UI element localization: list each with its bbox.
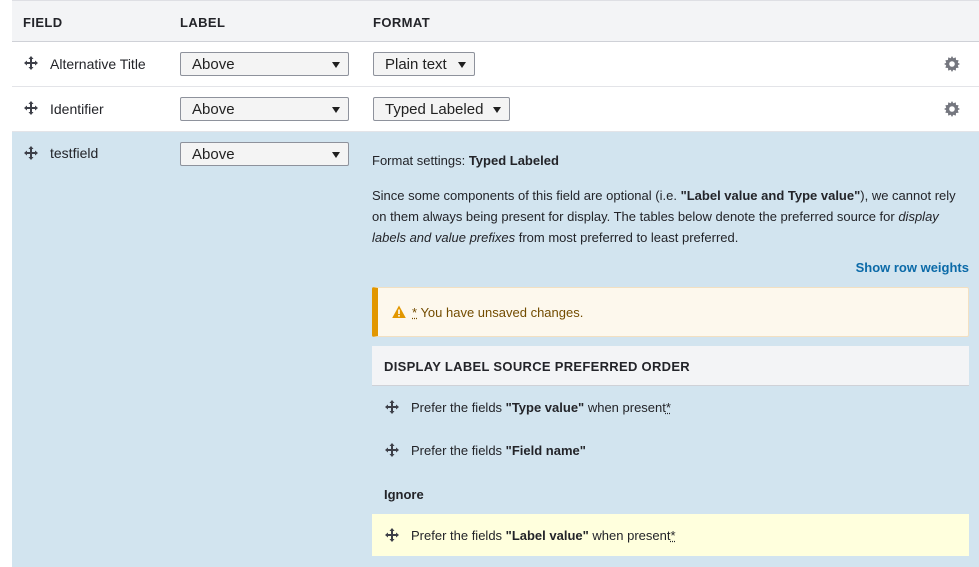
field-name: testfield <box>50 145 99 161</box>
order-row-prefix: Prefer the fields <box>411 443 506 458</box>
show-row-weights-link[interactable]: Show row weights <box>856 260 969 275</box>
description-bold: "Label value and Type value" <box>680 188 861 203</box>
order-row-field: "Label value" <box>505 528 589 543</box>
drag-handle-icon[interactable] <box>24 146 38 160</box>
label-select-value: Above <box>192 146 235 163</box>
gear-icon[interactable] <box>944 56 960 72</box>
format-select[interactable]: Typed Labeled <box>373 97 510 121</box>
label-select[interactable]: Above <box>180 142 349 166</box>
column-header-label: LABEL <box>180 15 226 30</box>
format-settings-title: Format settings: Typed Labeled <box>372 153 559 168</box>
order-row[interactable]: Prefer the fields "Field name" <box>372 429 969 471</box>
column-header-format: FORMAT <box>373 15 431 30</box>
warning-message: * You have unsaved changes. <box>412 305 583 320</box>
label-select-value: Above <box>192 56 235 73</box>
format-select-value: Typed Labeled <box>385 101 484 118</box>
format-select[interactable]: Plain text <box>373 52 475 76</box>
table-row: Alternative Title Above Plain text <box>12 42 979 87</box>
gear-icon[interactable] <box>944 101 960 117</box>
drag-handle-icon[interactable] <box>24 56 38 70</box>
field-name: Identifier <box>50 101 104 117</box>
chevron-down-icon <box>458 62 466 68</box>
drag-handle-icon[interactable] <box>24 101 38 115</box>
order-table-heading: DISPLAY LABEL SOURCE PREFERRED ORDER <box>372 346 969 386</box>
order-row-field: "Field name" <box>505 443 586 458</box>
warning-icon <box>392 305 406 319</box>
unsaved-changes-warning: * You have unsaved changes. <box>372 287 969 337</box>
format-settings-formatter: Typed Labeled <box>468 153 559 168</box>
table-row: Identifier Above Typed Labeled <box>12 87 979 132</box>
field-name: Alternative Title <box>50 56 146 72</box>
order-row-star: * <box>665 400 671 415</box>
order-row-suffix: when present <box>588 528 671 543</box>
order-row-suffix: when present <box>584 400 666 415</box>
label-select[interactable]: Above <box>180 52 349 76</box>
column-header-field: FIELD <box>23 15 63 30</box>
field-display-table: FIELD LABEL FORMAT Alternative Title Abo… <box>12 0 979 567</box>
label-select-value: Above <box>192 101 235 118</box>
table-header: FIELD LABEL FORMAT <box>12 0 979 42</box>
chevron-down-icon <box>332 107 340 113</box>
label-select[interactable]: Above <box>180 97 349 121</box>
order-row-prefix: Prefer the fields <box>411 400 506 415</box>
order-row-ignored[interactable]: Prefer the fields "Label value" when pre… <box>372 514 969 556</box>
chevron-down-icon <box>493 107 501 113</box>
order-row-text: Prefer the fields "Type value" when pres… <box>411 400 671 415</box>
order-row-text: Prefer the fields "Label value" when pre… <box>411 528 676 543</box>
drag-handle-icon[interactable] <box>385 400 399 414</box>
format-select-value: Plain text <box>385 56 447 73</box>
description-text: Since some components of this field are … <box>372 188 681 203</box>
description-text: from most preferred to least preferred. <box>515 230 739 245</box>
warning-text: You have unsaved changes. <box>420 305 584 320</box>
drag-handle-icon[interactable] <box>385 443 399 457</box>
order-row-text: Prefer the fields "Field name" <box>411 443 586 458</box>
order-row-star: * <box>670 528 676 543</box>
warning-star: * <box>412 305 418 320</box>
order-row-field: "Type value" <box>505 400 585 415</box>
format-settings-prefix: Format settings: <box>372 153 466 168</box>
chevron-down-icon <box>332 62 340 68</box>
chevron-down-icon <box>332 152 340 158</box>
order-row-prefix: Prefer the fields <box>411 528 506 543</box>
ignore-section-label: Ignore <box>384 487 424 502</box>
order-row[interactable]: Prefer the fields "Type value" when pres… <box>372 386 969 428</box>
drag-handle-icon[interactable] <box>385 528 399 542</box>
format-settings-description: Since some components of this field are … <box>372 185 972 248</box>
